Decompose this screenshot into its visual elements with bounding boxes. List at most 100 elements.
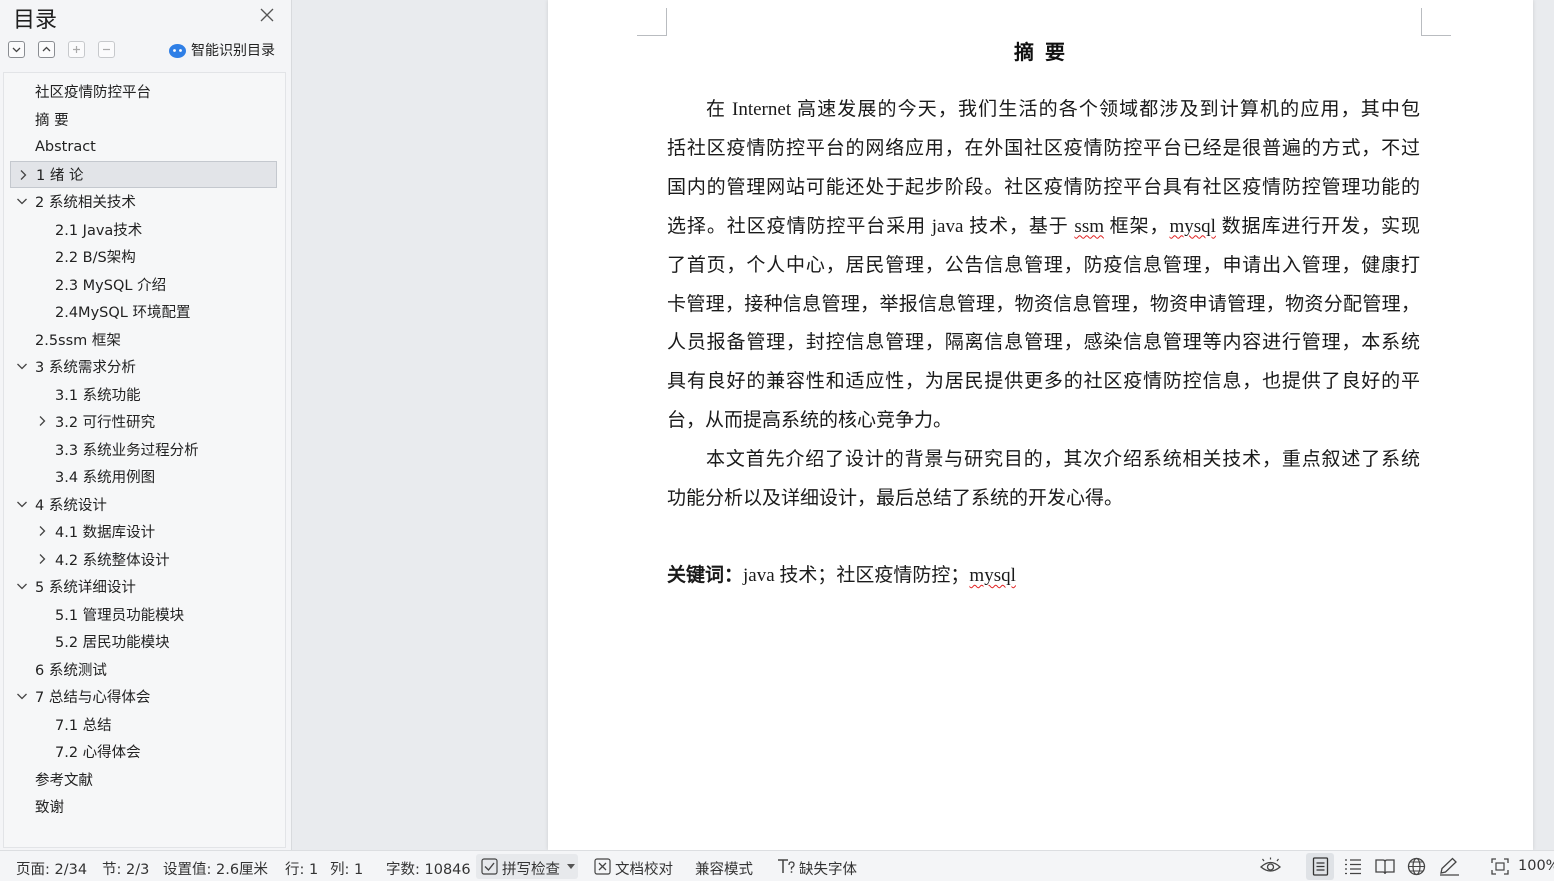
paragraph-line: 人员报备管理，封控信息管理，隔离信息管理，感染信息管理等内容进行管理，本系统 — [667, 331, 1420, 355]
toc-item-label: 7 总结与心得体会 — [35, 690, 151, 706]
status-page[interactable]: 页面: 2/34 — [16, 858, 87, 879]
demote-level-button[interactable] — [98, 41, 115, 58]
toc-item[interactable]: Abstract — [10, 133, 277, 160]
chevron-right-icon[interactable] — [17, 169, 29, 181]
toc-item[interactable]: 2.1 Java技术 — [10, 216, 277, 243]
abstract-heading: 摘 要 — [1014, 40, 1067, 64]
toc-item[interactable]: 致谢 — [10, 793, 277, 820]
caret-down-icon[interactable] — [567, 864, 575, 870]
expand-all-button[interactable] — [8, 41, 25, 58]
toc-item-label: 3.2 可行性研究 — [55, 415, 156, 431]
toc-item[interactable]: 2.3 MySQL 介绍 — [10, 271, 277, 298]
toc-item[interactable]: 2 系统相关技术 — [10, 188, 277, 215]
web-view-icon[interactable] — [1407, 857, 1426, 876]
toc-item[interactable]: 4 系统设计 — [10, 491, 277, 518]
pen-icon[interactable] — [1438, 857, 1460, 876]
toc-item-label: 4.2 系统整体设计 — [55, 552, 170, 569]
toc-item[interactable]: 6 系统测试 — [10, 656, 277, 683]
toc-item[interactable]: 摘 要 — [10, 106, 277, 133]
smart-toc-button[interactable]: 智能识别目录 — [168, 40, 275, 60]
toc-item-label: 1 绪 论 — [36, 167, 84, 184]
fit-page-icon[interactable] — [1491, 858, 1509, 875]
toc-item[interactable]: 1 绪 论 — [10, 160, 277, 188]
status-word-count[interactable]: 字数: 10846 — [386, 858, 471, 879]
toc-item[interactable]: 5.1 管理员功能模块 — [10, 601, 277, 628]
eye-protection-icon[interactable] — [1259, 857, 1282, 876]
compat-mode-label[interactable]: 兼容模式 — [695, 858, 753, 879]
toc-item-label: 3 系统需求分析 — [35, 360, 136, 376]
toc-item[interactable]: 4.2 系统整体设计 — [10, 546, 277, 573]
toc-item-label: 5.2 居民功能模块 — [55, 635, 170, 651]
smart-toc-label: 智能识别目录 — [191, 43, 275, 59]
toc-item[interactable]: 3.2 可行性研究 — [10, 408, 277, 435]
chevron-right-icon[interactable] — [36, 553, 48, 565]
toc-item-label: 3.1 系统功能 — [55, 387, 141, 404]
paragraph-line: 台，从而提高系统的核心竞争力。 — [667, 409, 1420, 433]
status-section[interactable]: 节: 2/3 — [102, 858, 149, 879]
toc-item-label: 7.1 总结 — [55, 717, 112, 734]
paragraph-line: 了首页，个人中心，居民管理，公告信息管理，防疫信息管理，申请出入管理，健康打 — [667, 254, 1420, 278]
ai-cloud-icon — [169, 43, 186, 58]
text-run: 本文首先介绍了设计的背景与研究目的，其次介绍系统相关技术，重点叙述了系统 — [706, 449, 1420, 471]
status-column: 列: 1 — [330, 862, 364, 878]
document-page[interactable]: 摘 要 在 Internet 高速发展的今天，我们生活的各个领域都涉及到计算机的… — [548, 0, 1533, 850]
chevron-down-icon[interactable] — [16, 580, 28, 592]
toc-item[interactable]: 3.1 系统功能 — [10, 381, 277, 408]
chevron-up-icon — [42, 46, 51, 52]
chevron-down-icon[interactable] — [16, 195, 28, 207]
toc-item[interactable]: 7 总结与心得体会 — [10, 683, 277, 710]
misspelled-word: ssm — [1074, 215, 1104, 237]
chevron-right-icon[interactable] — [36, 415, 48, 427]
keywords-label: 关键词： — [667, 565, 744, 586]
collapse-all-button[interactable] — [38, 41, 55, 58]
status-setting-value[interactable]: 设置值: 2.6厘米 — [163, 858, 268, 879]
toc-item[interactable]: 7.2 心得体会 — [10, 738, 277, 765]
toc-item-label: 2 系统相关技术 — [35, 195, 136, 211]
toc-item[interactable]: 5.2 居民功能模块 — [10, 628, 277, 655]
toc-item-label: 2.1 Java技术 — [55, 222, 143, 239]
plus-icon — [73, 46, 80, 53]
paragraph-line: 卡管理，接种信息管理，举报信息管理，物资信息管理，物资申请管理，物资分配管理， — [667, 293, 1420, 317]
toc-item[interactable]: 2.5ssm 框架 — [10, 326, 277, 353]
minus-icon — [103, 48, 110, 51]
text-run: 了首页，个人中心，居民管理，公告信息管理，防疫信息管理，申请出入管理，健康打 — [667, 254, 1420, 276]
toc-item-label: 致谢 — [35, 800, 64, 816]
toc-item-label: 2.5ssm 框架 — [35, 332, 121, 349]
proofread-button[interactable]: 文档校对 — [615, 858, 673, 879]
toc-item-label: 4.1 数据库设计 — [55, 525, 156, 541]
document-canvas[interactable]: 摘 要 在 Internet 高速发展的今天，我们生活的各个领域都涉及到计算机的… — [293, 0, 1554, 850]
paragraph-line: 国内的管理网站可能还处于起步阶段。社区疫情防控平台具有社区疫情防控管理功能的 — [667, 176, 1420, 200]
chevron-right-icon[interactable] — [36, 525, 48, 537]
text-run: 在 Internet 高速发展的今天，我们生活的各个领域都涉及到计算机的应用，其… — [706, 99, 1420, 120]
toc-item[interactable]: 4.1 数据库设计 — [10, 518, 277, 545]
chevron-down-icon[interactable] — [16, 498, 28, 510]
toc-item-label: Abstract — [35, 138, 96, 155]
text-run: 括社区疫情防控平台的网络应用，在外国社区疫情防控平台已经是很普遍的方式，不过 — [667, 137, 1420, 159]
outline-view-icon[interactable] — [1344, 858, 1362, 875]
toc-item[interactable]: 7.1 总结 — [10, 711, 277, 738]
chevron-down-icon[interactable] — [16, 360, 28, 372]
text-run: 功能分析以及详细设计，最后总结了系统的开发心得。 — [667, 488, 1124, 509]
chevron-down-icon[interactable] — [16, 690, 28, 702]
toc-item[interactable]: 参考文献 — [10, 766, 277, 793]
toc-item[interactable]: 3 系统需求分析 — [10, 353, 277, 380]
toc-item[interactable]: 社区疫情防控平台 — [10, 78, 277, 105]
promote-level-button[interactable] — [68, 41, 85, 58]
toc-item[interactable]: 3.3 系统业务过程分析 — [10, 436, 277, 463]
spellcheck-label[interactable]: 拼写检查 — [502, 858, 560, 879]
reading-mode-icon[interactable] — [1375, 858, 1395, 875]
toc-item[interactable]: 2.4MySQL 环境配置 — [10, 298, 277, 325]
status-bar: 页面: 2/34 节: 2/3 设置值: 2.6厘米 行: 1 列: 1 字数:… — [0, 850, 1554, 881]
zoom-level[interactable]: 100% — [1518, 858, 1554, 874]
toc-item-label: 5.1 管理员功能模块 — [55, 607, 185, 624]
toc-title: 目录 — [13, 8, 58, 33]
close-icon[interactable] — [258, 6, 276, 24]
toc-item[interactable]: 5 系统详细设计 — [10, 573, 277, 600]
toc-item-label: 参考文献 — [35, 772, 93, 789]
toc-item-label: 7.2 心得体会 — [55, 745, 141, 761]
toc-item[interactable]: 2.2 B/S架构 — [10, 243, 277, 270]
missing-fonts-button[interactable]: 缺失字体 — [799, 858, 857, 879]
text-run: 卡管理，接种信息管理，举报信息管理，物资信息管理，物资申请管理，物资分配管理， — [667, 293, 1420, 315]
missing-font-icon — [778, 859, 795, 873]
toc-item[interactable]: 3.4 系统用例图 — [10, 463, 277, 490]
